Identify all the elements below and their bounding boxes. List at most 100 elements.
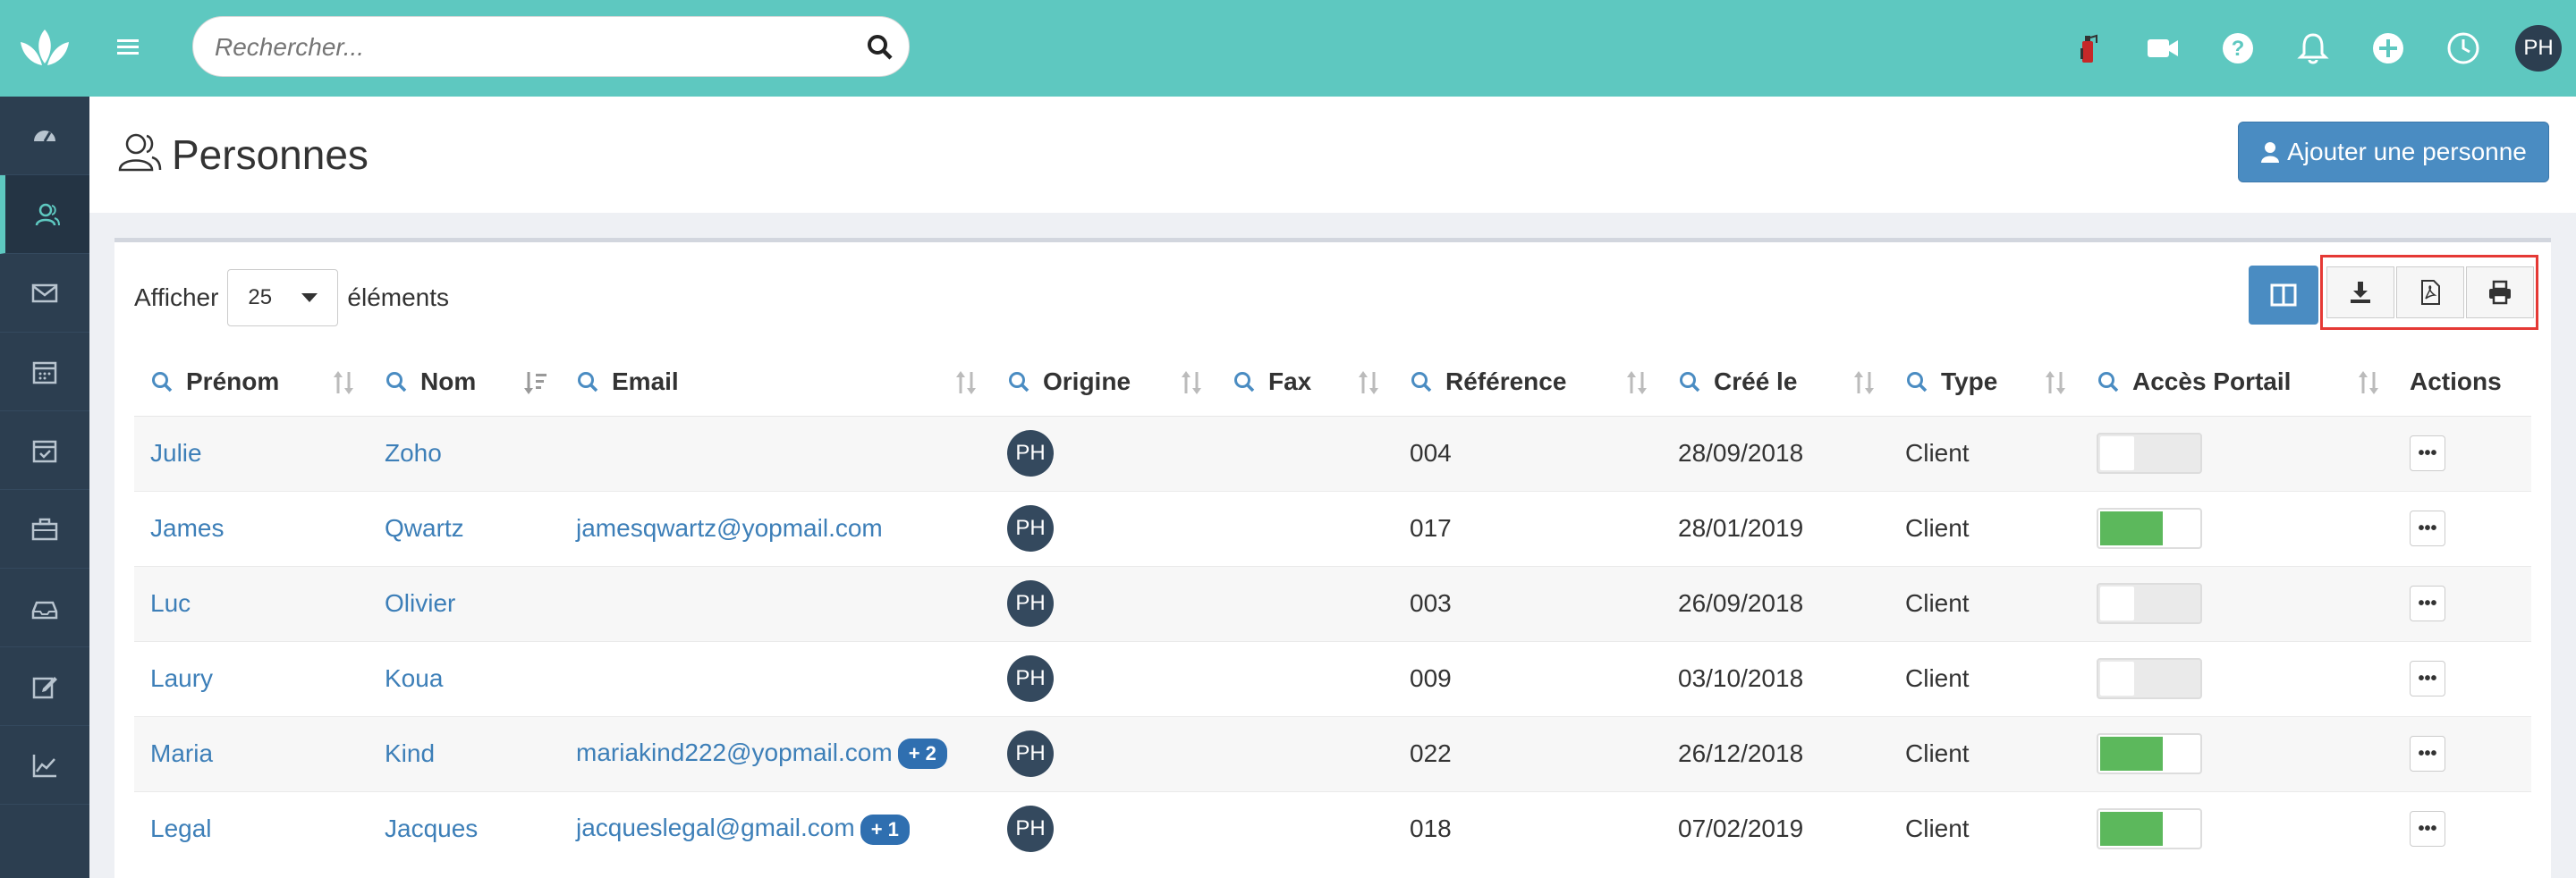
page-size-select[interactable]: 25 (227, 269, 339, 326)
calendar-icon (32, 361, 57, 384)
elements-label: éléments (347, 283, 450, 311)
sort-icon[interactable] (2356, 369, 2381, 396)
sort-icon[interactable] (1179, 369, 1204, 396)
column-header[interactable]: Email (560, 348, 991, 417)
column-search-icon[interactable] (385, 370, 408, 393)
first-name-link[interactable]: James (150, 514, 224, 542)
column-header[interactable]: Actions (2394, 348, 2531, 417)
portal-access-toggle[interactable] (2097, 508, 2202, 549)
row-actions-button[interactable]: ••• (2410, 736, 2445, 772)
first-name-link[interactable]: Laury (150, 664, 213, 692)
add-new-button[interactable] (2351, 0, 2426, 97)
email-link[interactable]: jacqueslegal@gmail.com (576, 814, 855, 841)
column-search-icon[interactable] (1007, 370, 1030, 393)
sort-icon[interactable] (953, 369, 979, 396)
last-name-link[interactable]: Jacques (385, 815, 478, 842)
row-actions-button[interactable]: ••• (2410, 811, 2445, 848)
column-header[interactable]: Référence (1394, 348, 1662, 417)
pdf-export-button[interactable] (2396, 266, 2464, 318)
sort-icon[interactable] (1356, 369, 1381, 396)
sidebar-item-tasks[interactable] (0, 411, 89, 490)
video-call-button[interactable] (2125, 0, 2200, 97)
column-header[interactable]: Créé le (1662, 348, 1889, 417)
portal-access-toggle[interactable] (2097, 733, 2202, 774)
app-logo[interactable] (0, 0, 89, 97)
sidebar-item-dashboard[interactable] (0, 97, 89, 175)
briefcase-icon (31, 518, 58, 540)
last-name-link[interactable]: Qwartz (385, 514, 464, 542)
user-avatar: PH (2515, 25, 2562, 72)
search-icon[interactable] (866, 33, 894, 62)
column-label: Accès Portail (2132, 367, 2292, 395)
last-name-link[interactable]: Zoho (385, 439, 442, 467)
column-header[interactable]: Accès Portail (2080, 348, 2394, 417)
column-header[interactable]: Prénom (134, 348, 369, 417)
fire-extinguisher-button[interactable] (2050, 0, 2125, 97)
sidebar-item-business[interactable] (0, 490, 89, 569)
sort-icon[interactable] (331, 369, 356, 396)
sidebar-item-edit[interactable] (0, 647, 89, 726)
column-search-icon[interactable] (1905, 370, 1928, 393)
sort-icon[interactable] (1852, 369, 1877, 396)
portal-access-toggle[interactable] (2097, 808, 2202, 850)
first-name-link[interactable]: Legal (150, 815, 212, 842)
column-header[interactable]: Type (1889, 348, 2080, 417)
history-button[interactable] (2426, 0, 2501, 97)
column-visibility-button[interactable] (2249, 266, 2318, 325)
row-actions-button[interactable]: ••• (2410, 435, 2445, 471)
print-button[interactable] (2466, 266, 2534, 318)
svg-text:?: ? (2232, 37, 2245, 61)
last-name-link[interactable]: Koua (385, 664, 443, 692)
sort-icon[interactable] (2043, 369, 2068, 396)
sidebar-item-calendar[interactable] (0, 333, 89, 411)
add-person-button[interactable]: Ajouter une personne (2238, 122, 2549, 182)
help-button[interactable]: ? (2200, 0, 2275, 97)
search-input[interactable] (215, 30, 841, 65)
column-header[interactable]: Fax (1216, 348, 1394, 417)
column-search-icon[interactable] (576, 370, 599, 393)
portal-access-toggle[interactable] (2097, 583, 2202, 624)
hamburger-menu-icon[interactable] (114, 34, 141, 61)
column-search-icon[interactable] (2097, 370, 2120, 393)
dashboard-icon (34, 130, 55, 142)
portal-access-toggle[interactable] (2097, 658, 2202, 699)
sidebar-item-inbox[interactable] (0, 569, 89, 647)
column-search-icon[interactable] (1678, 370, 1701, 393)
column-header[interactable]: Nom (369, 348, 560, 417)
row-actions-button[interactable]: ••• (2410, 511, 2445, 546)
first-name-link[interactable]: Luc (150, 589, 191, 617)
table-row[interactable]: Maria Kind mariakind222@yopmail.com + 2 PH 02… (134, 715, 2531, 791)
user-menu-button[interactable]: PH (2501, 0, 2576, 97)
column-search-icon[interactable] (1233, 370, 1256, 393)
table-row[interactable]: Legal Jacques jacqueslegal@gmail.com + 1 PH 0… (134, 790, 2531, 866)
search-bar (192, 16, 910, 77)
sidebar-item-persons[interactable] (0, 175, 89, 254)
extra-emails-badge[interactable]: + 2 (897, 739, 947, 770)
portal-access-toggle[interactable] (2097, 433, 2202, 474)
table-row[interactable]: James Qwartz jamesqwartz@yopmail.com PH 017 2… (134, 490, 2531, 566)
column-search-icon[interactable] (150, 370, 174, 393)
table-row[interactable]: Julie Zoho PH 004 28/09/2018 Client ••• (134, 415, 2531, 491)
sort-icon[interactable] (1624, 369, 1649, 396)
email-link[interactable]: jamesqwartz@yopmail.com (576, 514, 883, 542)
sidebar-item-stats[interactable] (0, 726, 89, 805)
notifications-button[interactable] (2275, 0, 2351, 97)
row-actions-button[interactable]: ••• (2410, 586, 2445, 621)
page-size-control: Afficher 25 éléments (134, 269, 449, 326)
table-row[interactable]: Laury Koua PH 009 03/10/2018 Client ••• (134, 640, 2531, 716)
table-row[interactable]: Luc Olivier PH 003 26/09/2018 Client ••• (134, 565, 2531, 641)
download-button[interactable] (2326, 266, 2394, 318)
column-search-icon[interactable] (1410, 370, 1433, 393)
last-name-link[interactable]: Kind (385, 739, 435, 767)
created-date-cell: 28/09/2018 (1662, 415, 1889, 491)
email-link[interactable]: mariakind222@yopmail.com (576, 739, 893, 766)
sidebar-item-mail[interactable] (0, 254, 89, 333)
lotus-logo-icon (21, 30, 69, 65)
column-header[interactable]: Origine (991, 348, 1216, 417)
row-actions-button[interactable]: ••• (2410, 661, 2445, 696)
last-name-link[interactable]: Olivier (385, 589, 455, 617)
first-name-link[interactable]: Maria (150, 739, 213, 767)
first-name-link[interactable]: Julie (150, 439, 202, 467)
extra-emails-badge[interactable]: + 1 (860, 814, 910, 845)
sort-desc-icon[interactable] (522, 369, 547, 396)
